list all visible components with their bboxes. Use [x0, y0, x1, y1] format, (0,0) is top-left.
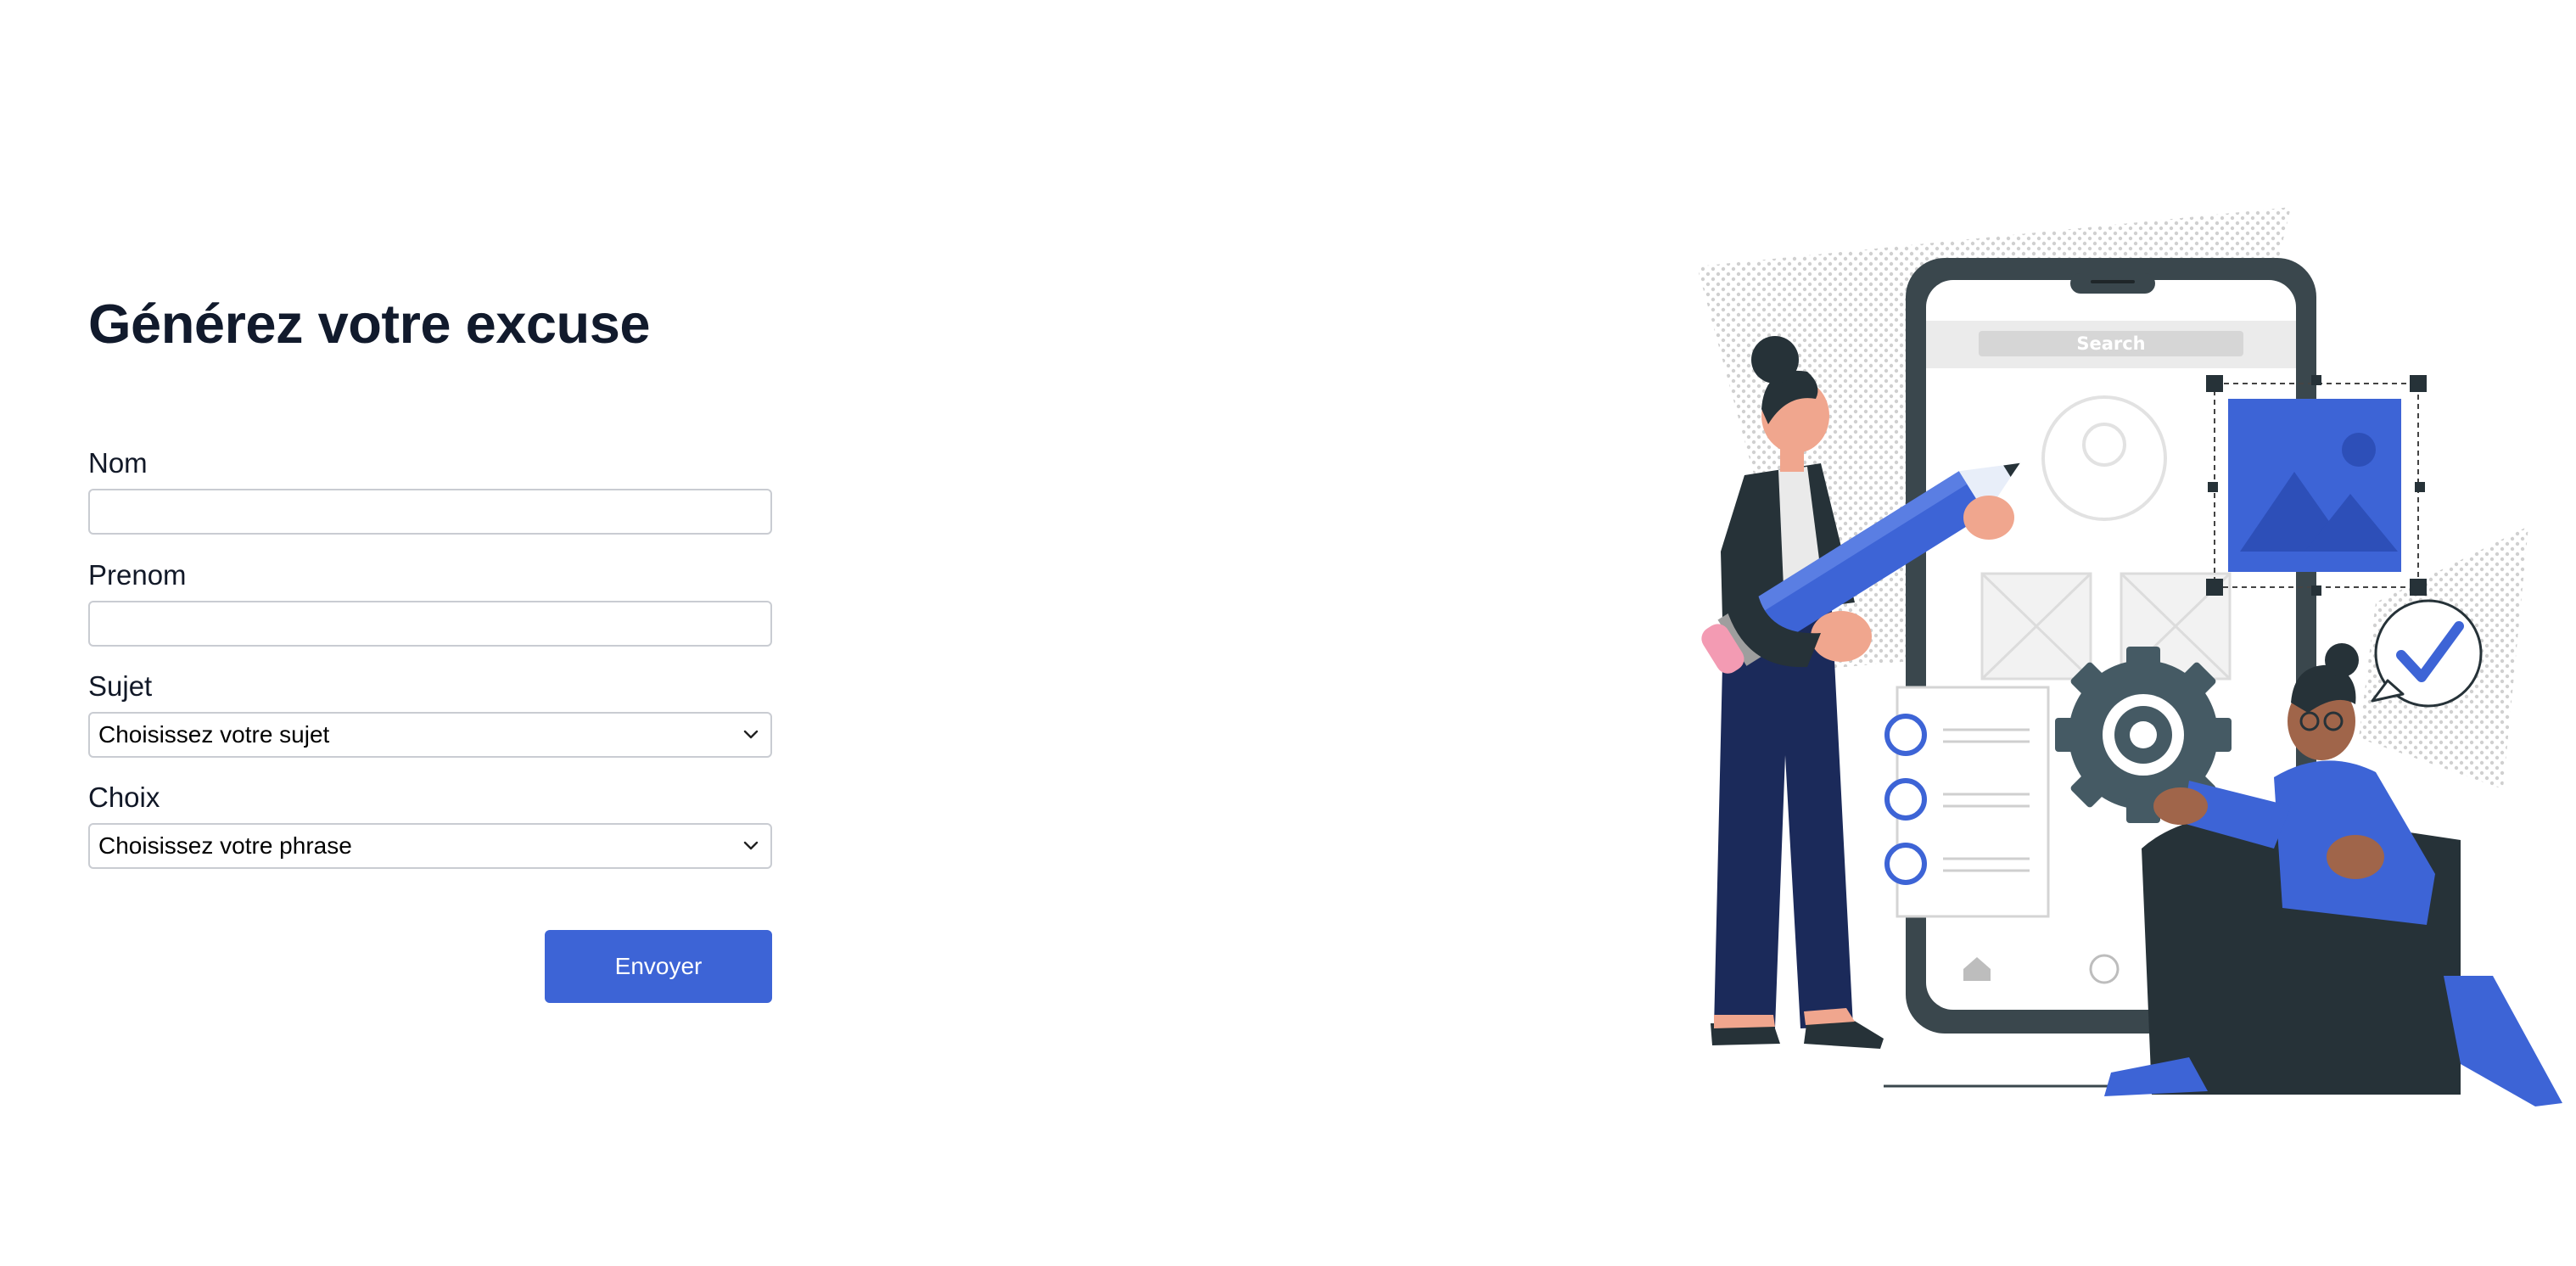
page: Générez votre excuse Nom Prenom Sujet Ch…: [0, 0, 2576, 1266]
phone-search-text: Search: [2076, 333, 2145, 354]
choix-field-group: Choix Choisissez votre phrase: [88, 781, 772, 869]
chevron-down-icon: [743, 730, 759, 739]
sujet-field-group: Sujet Choisissez votre sujet: [88, 669, 772, 758]
sujet-select[interactable]: Choisissez votre sujet: [88, 712, 772, 758]
selected-image-card: [2206, 375, 2427, 596]
nom-field-group: Nom: [88, 446, 772, 535]
page-title: Générez votre excuse: [88, 293, 651, 355]
choix-selected-value: Choisissez votre phrase: [98, 832, 352, 859]
prenom-field-group: Prenom: [88, 558, 772, 647]
choix-select[interactable]: Choisissez votre phrase: [88, 823, 772, 869]
excuse-form: Générez votre excuse Nom Prenom Sujet Ch…: [88, 288, 772, 1003]
chevron-down-icon: [743, 841, 759, 850]
prenom-input[interactable]: [88, 601, 772, 647]
submit-button[interactable]: Envoyer: [545, 930, 772, 1003]
nom-input[interactable]: [88, 489, 772, 535]
app-design-illustration: Search: [1697, 207, 2562, 1106]
sujet-label: Sujet: [88, 670, 153, 702]
prenom-label: Prenom: [88, 559, 187, 591]
nom-label: Nom: [88, 447, 148, 479]
document-card: [1884, 686, 2050, 918]
sujet-selected-value: Choisissez votre sujet: [98, 721, 330, 748]
choix-label: Choix: [88, 781, 160, 813]
